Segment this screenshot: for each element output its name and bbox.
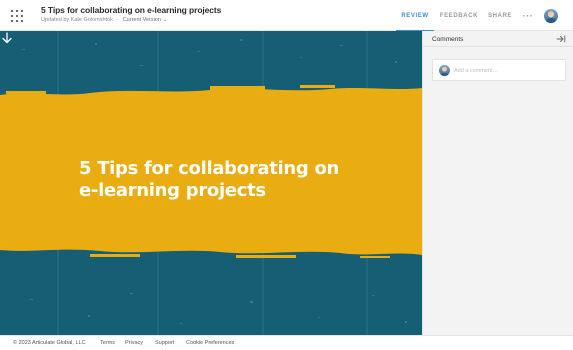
top-bar: 5 Tips for collaborating on e-learning p… <box>0 0 573 32</box>
collapse-panel-icon[interactable] <box>556 34 566 44</box>
comment-input[interactable] <box>454 65 562 76</box>
commenter-avatar <box>439 65 450 76</box>
copyright-text: © 2023 Articulate Global, LLC <box>13 340 86 346</box>
tab-share[interactable]: SHARE <box>485 0 515 31</box>
page-title: 5 Tips for collaborating on e-learning p… <box>41 5 222 15</box>
slide-title: 5 Tips for collaborating on e-learning p… <box>79 158 399 202</box>
version-label: Current Version <box>122 17 161 23</box>
arrow-down-icon[interactable] <box>0 31 14 45</box>
more-menu-button[interactable]: ··· <box>520 0 536 31</box>
footer-link-cookie-preferences[interactable]: Cookie Preferences <box>186 340 234 346</box>
footer: © 2023 Articulate Global, LLC Terms Priv… <box>0 335 573 350</box>
comments-panel: Comments <box>422 31 573 335</box>
comments-title: Comments <box>432 36 464 43</box>
comment-composer <box>432 59 566 81</box>
footer-link-support[interactable]: Support <box>155 340 174 346</box>
separator-dot: · <box>116 17 119 23</box>
slide-canvas: 5 Tips for collaborating on e-learning p… <box>0 31 422 335</box>
tab-feedback[interactable]: FEEDBACK <box>438 0 480 31</box>
version-selector[interactable]: Current Version ⌄ <box>123 17 167 23</box>
update-info: Updated by Kate Golomshtok · Current Versi… <box>41 17 167 23</box>
tab-review[interactable]: REVIEW <box>396 0 434 32</box>
app: 5 Tips for collaborating on e-learning p… <box>0 0 573 350</box>
updated-by-text: Updated by Kate Golomshtok <box>41 17 113 23</box>
comments-header: Comments <box>423 31 573 47</box>
user-avatar[interactable] <box>544 9 558 23</box>
footer-link-privacy[interactable]: Privacy <box>125 340 143 346</box>
slide-title-line-1: 5 Tips for collaborating on <box>79 158 340 179</box>
footer-link-terms[interactable]: Terms <box>100 340 115 346</box>
slide-title-line-2: e-learning projects <box>79 180 266 201</box>
grid-icon[interactable] <box>11 10 23 22</box>
chevron-down-icon: ⌄ <box>162 17 168 23</box>
